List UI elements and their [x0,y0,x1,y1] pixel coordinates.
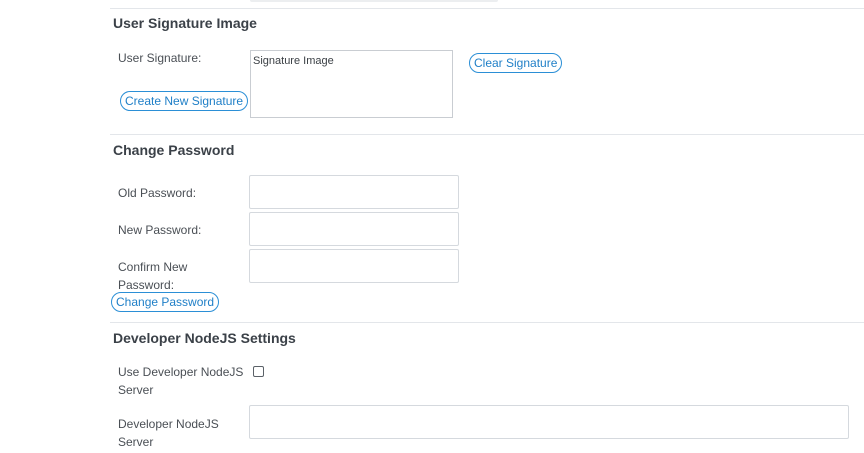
developer-server-label: Developer NodeJS Server [118,415,219,451]
old-password-label: Old Password: [118,186,197,200]
clear-signature-button[interactable]: Clear Signature [469,53,563,73]
signature-image: Signature Image [253,54,334,68]
use-developer-server-label: Use Developer NodeJS Server [118,363,243,399]
section-divider [110,8,864,9]
new-password-label: New Password: [118,223,202,237]
section-divider [110,134,864,135]
signature-image-box: Signature Image [250,50,453,118]
user-signature-label: User Signature: [118,51,202,65]
signature-section-title: User Signature Image [113,15,257,31]
confirm-password-input[interactable] [249,249,459,283]
use-developer-server-label-line2: Server [118,383,154,397]
old-password-input[interactable] [249,175,459,209]
new-password-input[interactable] [249,212,459,246]
previous-section-edge [250,0,498,2]
confirm-password-label-line1: Confirm New [118,260,188,274]
developer-section-title: Developer NodeJS Settings [113,330,296,346]
use-developer-server-label-line1: Use Developer NodeJS [118,365,244,379]
change-password-button[interactable]: Change Password [111,292,220,312]
create-new-signature-button[interactable]: Create New Signature [120,91,249,111]
signature-image-alt-text: Signature Image [253,55,334,67]
password-section-title: Change Password [113,142,235,158]
developer-server-input[interactable] [249,405,849,439]
developer-server-label-line1: Developer NodeJS [118,417,219,431]
confirm-password-label: Confirm New Password: [118,258,187,294]
developer-server-label-line2: Server [118,435,154,449]
settings-page: User Signature Image User Signature: Sig… [0,0,864,453]
use-developer-server-checkbox[interactable] [253,366,264,377]
section-divider [110,322,864,323]
